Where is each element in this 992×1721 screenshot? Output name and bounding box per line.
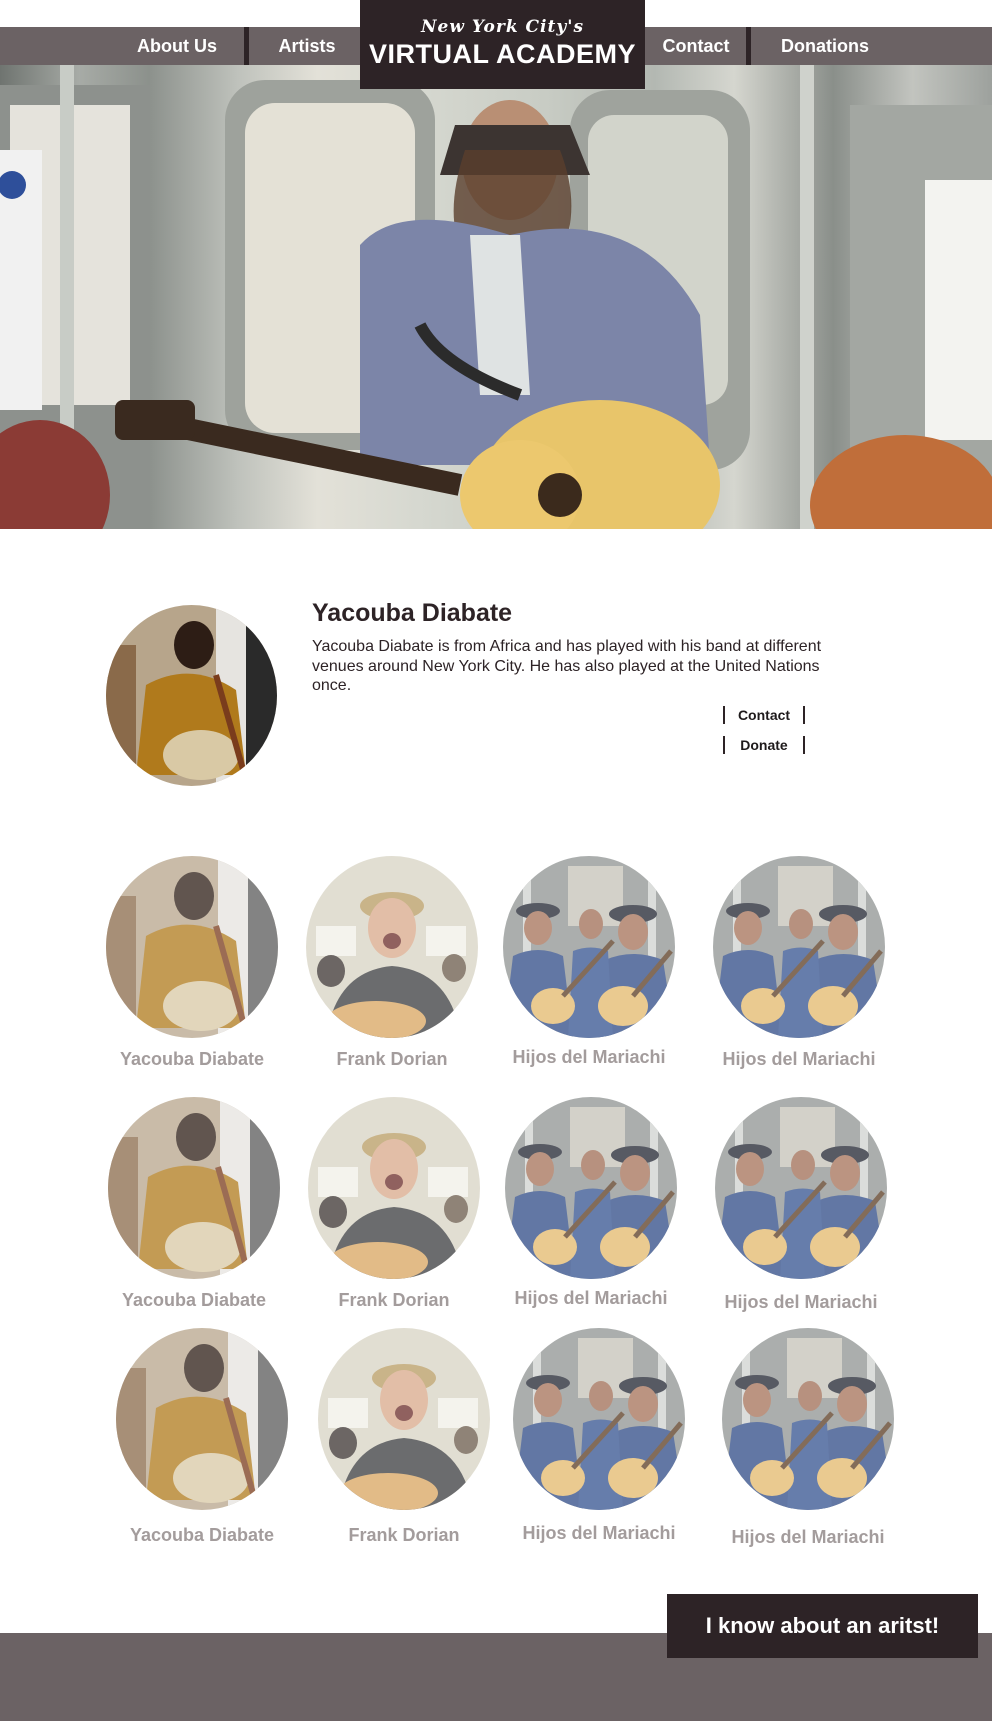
hero-banner — [0, 65, 992, 529]
nav-divider — [746, 27, 751, 65]
artist-card-hijos-del-mariachi[interactable]: Hijos del Mariachi — [505, 1097, 705, 1337]
artist-photo — [505, 1097, 677, 1279]
artist-card-hijos-del-mariachi[interactable]: Hijos del Mariachi — [715, 1097, 915, 1337]
hero-subway-musician-image — [0, 65, 992, 529]
artist-name: Frank Dorian — [348, 1525, 460, 1545]
artist-name: Frank Dorian — [338, 1290, 450, 1310]
artist-name: Hijos del Mariachi — [512, 1047, 666, 1067]
submit-artist-button[interactable]: I know about an aritst! — [667, 1594, 978, 1658]
artist-card-hijos-del-mariachi[interactable]: Hijos del Mariachi — [513, 1328, 713, 1568]
artist-photo — [715, 1097, 887, 1279]
logo-tagline: New York City's — [420, 17, 585, 37]
artist-name: Hijos del Mariachi — [724, 1292, 878, 1312]
artist-photo — [722, 1328, 894, 1510]
artist-name: Frank Dorian — [336, 1049, 448, 1069]
nav-about-us[interactable]: About Us — [118, 27, 236, 65]
featured-artist-photo — [106, 605, 277, 786]
artist-photo — [503, 856, 675, 1038]
artist-photo — [108, 1097, 280, 1279]
artist-card-frank-dorian[interactable]: Frank Dorian — [308, 1097, 508, 1337]
logo-title: VIRTUAL ACADEMY — [368, 39, 636, 69]
artist-photo — [116, 1328, 288, 1510]
artist-card-yacouba-diabate[interactable]: Yacouba Diabate — [108, 1097, 308, 1337]
artist-photo — [713, 856, 885, 1038]
featured-contact-link[interactable]: Contact — [723, 706, 805, 724]
artist-card-yacouba-diabate[interactable]: Yacouba Diabate — [116, 1328, 316, 1568]
nav-donations[interactable]: Donations — [754, 27, 896, 65]
artist-card-frank-dorian[interactable]: Frank Dorian — [318, 1328, 518, 1568]
artist-name: Hijos del Mariachi — [731, 1527, 885, 1547]
featured-artist-bio: Yacouba Diabate is from Africa and has p… — [312, 638, 822, 694]
artist-photo — [308, 1097, 480, 1279]
artist-photo — [106, 856, 278, 1038]
site-logo[interactable]: New York City's VIRTUAL ACADEMY — [360, 0, 645, 89]
artist-card-yacouba-diabate[interactable]: Yacouba Diabate — [106, 856, 306, 1096]
artist-photo — [318, 1328, 490, 1510]
nav-contact[interactable]: Contact — [650, 27, 742, 65]
artist-name: Yacouba Diabate — [119, 1049, 265, 1069]
artist-photo — [513, 1328, 685, 1510]
nav-artists[interactable]: Artists — [252, 27, 362, 65]
artist-name: Yacouba Diabate — [129, 1525, 275, 1545]
featured-donate-link[interactable]: Donate — [723, 736, 805, 754]
featured-artist-name: Yacouba Diabate — [312, 599, 513, 627]
artist-name: Hijos del Mariachi — [722, 1049, 876, 1069]
artist-name: Yacouba Diabate — [121, 1290, 267, 1310]
artist-card-hijos-del-mariachi[interactable]: Hijos del Mariachi — [503, 856, 703, 1096]
artist-name: Hijos del Mariachi — [522, 1523, 676, 1543]
artist-name: Hijos del Mariachi — [514, 1288, 668, 1308]
artist-photo — [306, 856, 478, 1038]
artist-card-frank-dorian[interactable]: Frank Dorian — [306, 856, 506, 1096]
artist-card-hijos-del-mariachi[interactable]: Hijos del Mariachi — [713, 856, 913, 1096]
nav-divider — [244, 27, 249, 65]
artist-card-hijos-del-mariachi[interactable]: Hijos del Mariachi — [722, 1328, 922, 1568]
